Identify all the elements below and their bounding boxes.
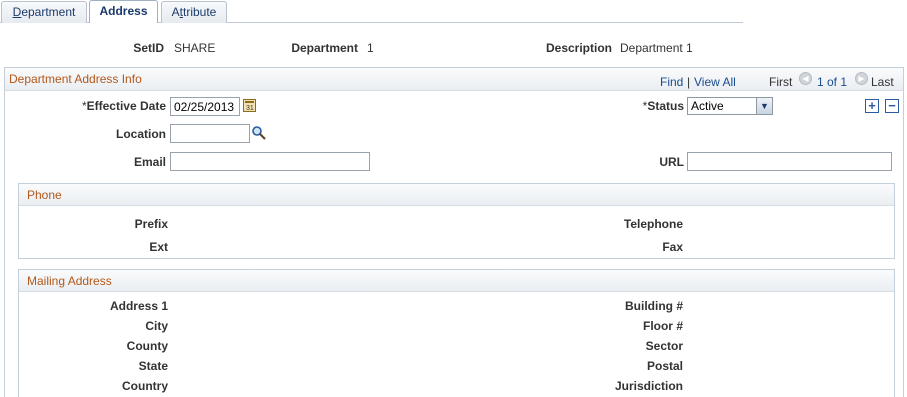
tab-department[interactable]: Department (1, 1, 87, 23)
prefix-label: Prefix (134, 217, 168, 231)
department-value: 1 (367, 41, 374, 55)
postal-label: Postal (646, 359, 683, 373)
row-count: 1 of 1 (817, 75, 848, 89)
magnifier-icon[interactable] (251, 125, 267, 144)
ext-label: Ext (149, 240, 168, 254)
calendar-icon[interactable]: 31 (243, 99, 256, 112)
find-link[interactable]: Find (660, 75, 683, 89)
view-all-link[interactable]: View All (694, 75, 736, 89)
phone-group-title: Phone (27, 188, 62, 202)
status-label: *Status (642, 99, 684, 113)
mailing-address-group: Mailing Address (18, 269, 895, 397)
url-input[interactable] (687, 152, 892, 171)
floor-label: Floor # (642, 319, 683, 333)
status-select[interactable]: Active ▼ (687, 97, 773, 115)
location-label: Location (116, 127, 166, 141)
scroll-area-header: Department Address Info Find | View All … (5, 68, 903, 91)
tab-address[interactable]: Address (89, 0, 158, 23)
tab-attribute-label: Attribute (171, 5, 217, 19)
effective-date-label: *Effective Date (81, 99, 166, 113)
email-label: Email (133, 155, 166, 169)
building-label: Building # (625, 299, 683, 313)
location-input[interactable] (170, 124, 250, 143)
delete-row-button[interactable]: − (885, 99, 899, 113)
tab-department-label: Department (12, 5, 76, 19)
fax-label: Fax (662, 240, 683, 254)
tab-address-label: Address (99, 4, 148, 18)
effective-date-input[interactable] (170, 97, 240, 116)
chevron-down-icon: ▼ (756, 98, 772, 114)
setid-value: SHARE (174, 41, 216, 55)
sector-label: Sector (645, 339, 683, 353)
state-label: State (138, 359, 168, 373)
description-label: Description (545, 41, 612, 55)
url-label: URL (659, 155, 684, 169)
scroll-area-title: Department Address Info (9, 72, 142, 86)
status-select-value: Active (691, 99, 724, 113)
department-label: Department (291, 41, 358, 55)
telephone-label: Telephone (623, 217, 683, 231)
prev-arrow-icon[interactable]: ◀ (799, 72, 812, 85)
add-row-button[interactable]: + (865, 99, 879, 113)
description-value: Department 1 (620, 41, 693, 55)
mailing-address-group-header: Mailing Address (19, 270, 894, 292)
next-arrow-icon[interactable]: ▶ (855, 72, 868, 85)
phone-group-header: Phone (19, 184, 894, 206)
last-label: Last (871, 75, 894, 89)
county-label: County (126, 339, 168, 353)
setid-label: SetID (133, 41, 164, 55)
country-label: Country (122, 379, 168, 393)
jurisdiction-label: Jurisdiction (614, 379, 683, 393)
mailing-address-group-title: Mailing Address (27, 274, 112, 288)
tab-attribute[interactable]: Attribute (161, 1, 227, 23)
email-input[interactable] (170, 152, 370, 171)
address1-label: Address 1 (109, 299, 168, 313)
svg-text:31: 31 (246, 105, 254, 111)
nav-separator: | (687, 75, 691, 89)
city-label: City (145, 319, 168, 333)
first-label: First (769, 75, 793, 89)
